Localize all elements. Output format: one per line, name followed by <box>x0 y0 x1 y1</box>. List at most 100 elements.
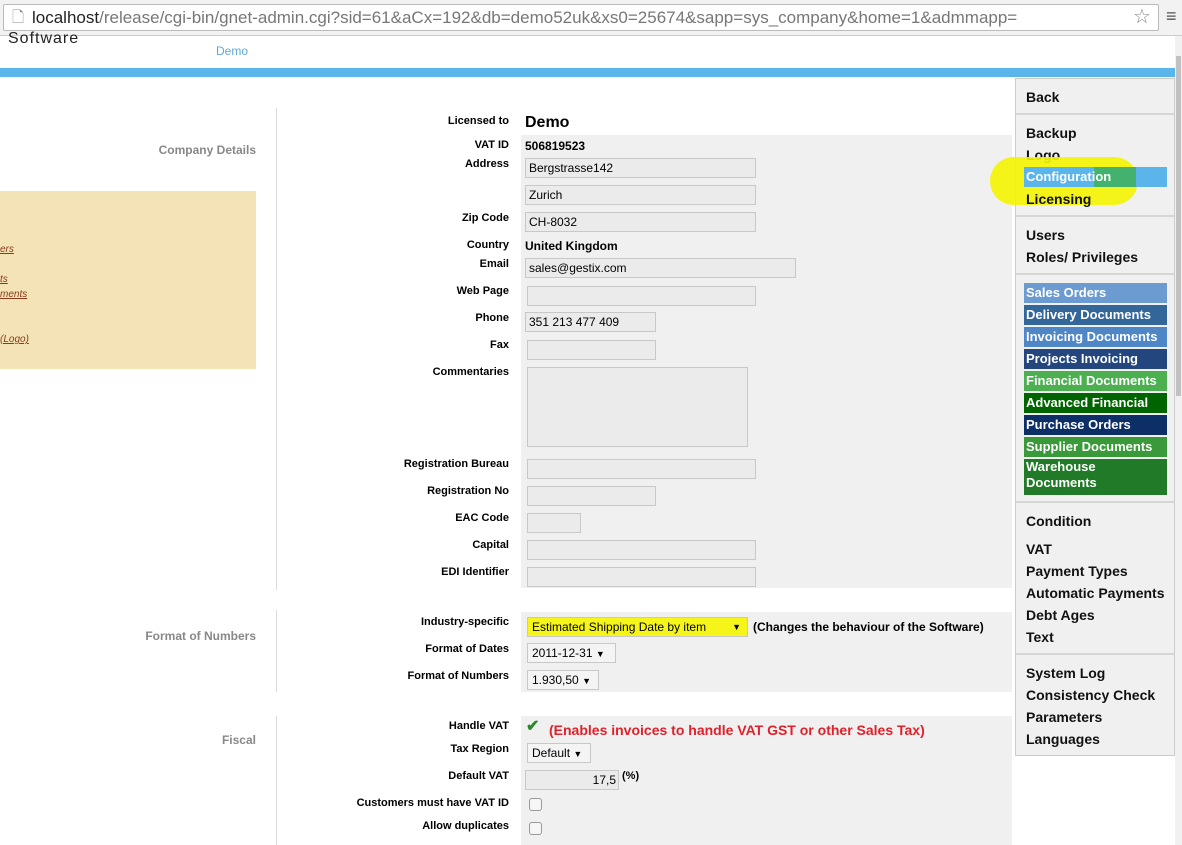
vat-id-label: VAT ID <box>474 139 509 151</box>
url-host: localhost <box>32 8 100 27</box>
numbers-select[interactable]: 1.930,50 ▼ <box>527 670 599 690</box>
default-vat-input[interactable]: 17,5 <box>525 770 619 790</box>
section-fiscal: Fiscal <box>221 733 256 747</box>
address-line1-input[interactable]: Bergstrasse142 <box>525 158 756 178</box>
dates-value: 2011-12-31 <box>532 646 593 660</box>
section-format-numbers: Format of Numbers <box>145 629 256 643</box>
handle-vat-checkbox[interactable]: ✔ <box>526 716 539 736</box>
tax-region-select[interactable]: Default ▼ <box>527 743 591 763</box>
industry-select[interactable]: Estimated Shipping Date by item ▼ <box>527 617 748 637</box>
country-label: Country <box>466 239 509 251</box>
divider <box>276 716 277 845</box>
info-link[interactable]: ts <box>0 274 8 285</box>
menu-debt-ages[interactable]: Debt Ages <box>1026 607 1095 623</box>
info-link[interactable]: ments <box>0 289 27 300</box>
fax-label: Fax <box>490 339 509 351</box>
numbers-value: 1.930,50 <box>532 673 579 687</box>
edi-input[interactable] <box>527 567 756 587</box>
comments-textarea[interactable] <box>527 367 748 447</box>
reg-no-input[interactable] <box>527 486 656 506</box>
dropdown-arrow-icon: ▼ <box>595 649 605 659</box>
numbers-label: Format of Numbers <box>407 670 509 682</box>
phone-label: Phone <box>475 312 509 324</box>
industry-value: Estimated Shipping Date by item <box>532 620 707 634</box>
address-line2-input[interactable]: Zurich <box>525 185 756 205</box>
divider <box>276 108 277 590</box>
menu-parameters[interactable]: Parameters <box>1026 709 1102 725</box>
email-input[interactable]: sales@gestix.com <box>525 258 796 278</box>
section-company-details: Company Details <box>158 143 256 157</box>
zip-input[interactable]: CH-8032 <box>525 212 756 232</box>
tax-region-value: Default <box>532 746 571 760</box>
licensed-to-value: Demo <box>525 114 570 131</box>
menu-module-advanced-financial[interactable]: Advanced Financial <box>1024 393 1167 413</box>
industry-note: (Changes the behaviour of the Software) <box>753 620 984 634</box>
address-label: Address <box>464 158 509 170</box>
dropdown-arrow-icon: ▼ <box>573 749 583 759</box>
menu-module-warehouse-documents[interactable]: Warehouse Documents <box>1024 459 1167 495</box>
menu-text[interactable]: Text <box>1026 629 1054 645</box>
page-icon: 🗋 <box>12 9 25 26</box>
info-link[interactable]: ers <box>0 244 14 255</box>
menu-back[interactable]: Back <box>1026 89 1059 105</box>
menu-module-supplier-documents[interactable]: Supplier Documents <box>1024 437 1167 457</box>
fax-input[interactable] <box>527 340 656 360</box>
cust-vat-checkbox[interactable] <box>529 798 542 811</box>
menu-licensing[interactable]: Licensing <box>1026 191 1091 207</box>
info-box: ers ts ments (Logo) <box>0 191 256 369</box>
menu-roles[interactable]: Roles/ Privileges <box>1026 249 1138 265</box>
email-label: Email <box>479 258 509 270</box>
menu-languages[interactable]: Languages <box>1026 731 1100 747</box>
brand-text: Software <box>8 30 80 47</box>
menu-module-invoicing-documents[interactable]: Invoicing Documents <box>1024 327 1167 347</box>
dup-checkbox[interactable] <box>529 822 542 835</box>
vat-id-value: 506819523 <box>525 139 586 153</box>
url-path: /release/cgi-bin/gnet-admin.cgi?sid=61&a… <box>99 8 1018 27</box>
menu-module-purchase-orders[interactable]: Purchase Orders <box>1024 415 1167 435</box>
menu-module-sales-orders[interactable]: Sales Orders <box>1024 283 1167 303</box>
zip-label: Zip Code <box>461 212 509 224</box>
eac-input[interactable] <box>527 513 581 533</box>
menu-vat[interactable]: VAT <box>1026 541 1052 557</box>
eac-label: EAC Code <box>455 512 509 524</box>
reg-bureau-input[interactable] <box>527 459 756 479</box>
dropdown-arrow-icon: ▼ <box>732 622 741 632</box>
menu-automatic-payments[interactable]: Automatic Payments <box>1026 585 1164 601</box>
menu-users[interactable]: Users <box>1026 227 1065 243</box>
menu-consistency-check[interactable]: Consistency Check <box>1026 687 1155 703</box>
browser-address-bar: 🗋 localhost/release/cgi-bin/gnet-admin.cg… <box>0 0 1182 36</box>
menu-payment-types[interactable]: Payment Types <box>1026 563 1128 579</box>
menu-backup[interactable]: Backup <box>1026 125 1077 141</box>
licensed-to-label: Licensed to <box>447 115 509 127</box>
dates-label: Format of Dates <box>425 643 509 655</box>
info-link[interactable]: (Logo) <box>0 334 29 345</box>
web-input[interactable] <box>527 286 756 306</box>
menu-system-log[interactable]: System Log <box>1026 665 1105 681</box>
menu-configuration[interactable]: Configuration <box>1026 169 1111 184</box>
menu-icon[interactable]: ≡ <box>1166 6 1177 27</box>
menu-condition[interactable]: Condition <box>1026 513 1091 529</box>
admin-menu: Back Backup Logo Configuration Licensing… <box>990 78 1175 756</box>
reg-no-label: Registration No <box>427 485 509 497</box>
reg-bureau-label: Registration Bureau <box>403 458 509 470</box>
url-input[interactable]: 🗋 localhost/release/cgi-bin/gnet-admin.cg… <box>3 4 1159 31</box>
edi-label: EDI Identifier <box>441 566 509 578</box>
web-label: Web Page <box>456 285 509 297</box>
cust-vat-label: Customers must have VAT ID <box>356 797 509 809</box>
menu-module-projects-invoicing[interactable]: Projects Invoicing <box>1024 349 1167 369</box>
capital-label: Capital <box>472 539 509 551</box>
user-link[interactable]: Demo <box>216 44 248 58</box>
dates-select[interactable]: 2011-12-31 ▼ <box>527 643 616 663</box>
default-vat-label: Default VAT <box>448 770 509 782</box>
handle-vat-note: (Enables invoices to handle VAT GST or o… <box>549 722 925 738</box>
bookmark-star-icon[interactable]: ☆ <box>1133 4 1151 29</box>
menu-module-financial-documents[interactable]: Financial Documents <box>1024 371 1167 391</box>
menu-module-delivery-documents[interactable]: Delivery Documents <box>1024 305 1167 325</box>
dropdown-arrow-icon: ▼ <box>582 676 591 686</box>
capital-input[interactable] <box>527 540 756 560</box>
percent-unit: (%) <box>622 770 640 782</box>
accent-bar <box>0 68 1175 77</box>
scrollbar[interactable] <box>1175 36 1182 845</box>
handle-vat-label: Handle VAT <box>448 720 509 732</box>
phone-input[interactable]: 351 213 477 409 <box>525 312 656 332</box>
